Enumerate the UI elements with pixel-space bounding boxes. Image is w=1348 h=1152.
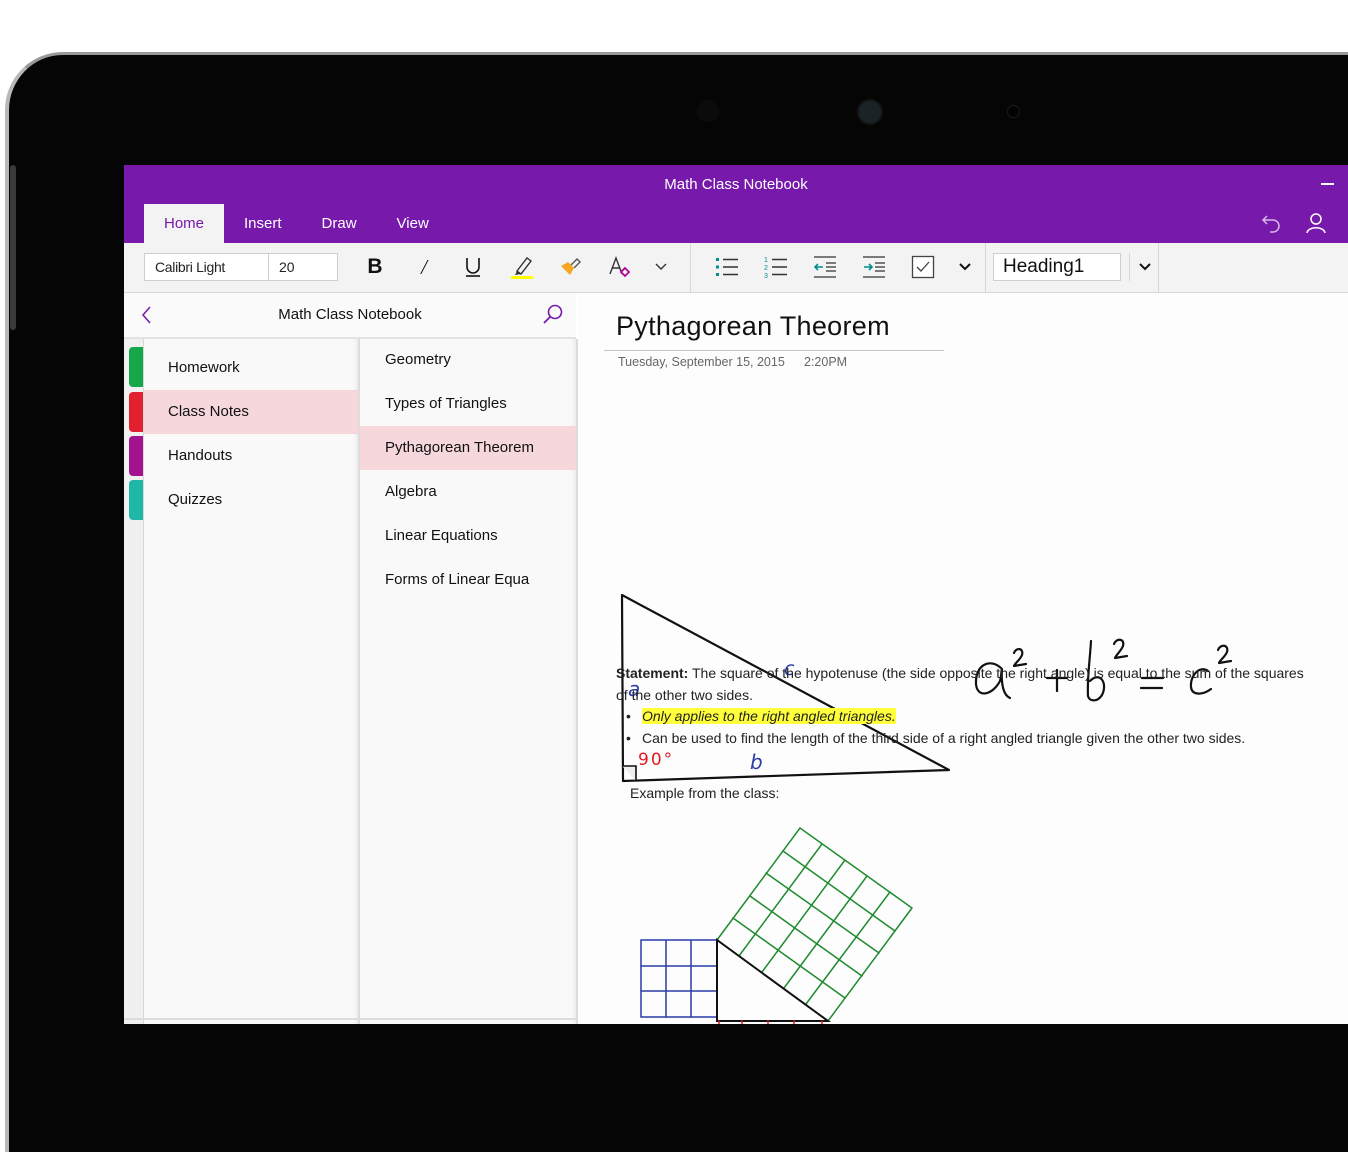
- page-pythagorean-theorem[interactable]: Pythagorean Theorem: [360, 426, 576, 470]
- undo-icon[interactable]: [1260, 211, 1284, 235]
- numbered-list-icon: 123: [764, 257, 787, 279]
- paragraph-style-field[interactable]: Heading1: [993, 253, 1121, 281]
- section-tab-class-notes[interactable]: [129, 392, 143, 432]
- minimize-icon[interactable]: [1321, 183, 1334, 185]
- ribbon-divider: [690, 243, 691, 292]
- chevron-down-icon: [1139, 263, 1151, 271]
- decrease-indent-button[interactable]: [810, 253, 840, 281]
- page-linear-equations[interactable]: Linear Equations: [360, 514, 576, 558]
- todo-tag-button[interactable]: [908, 253, 938, 281]
- font-size-field[interactable]: 20: [269, 253, 338, 281]
- ambient-sensor: [697, 100, 719, 122]
- numbering-button[interactable]: 123: [761, 253, 791, 281]
- format-painter-icon: [561, 258, 581, 275]
- font-name-field[interactable]: Calibri Light: [144, 253, 269, 281]
- page-types-of-triangles[interactable]: Types of Triangles: [360, 382, 576, 426]
- section-quizzes[interactable]: Quizzes: [144, 478, 358, 522]
- section-handouts[interactable]: Handouts: [144, 434, 358, 478]
- person-icon[interactable]: [1304, 211, 1328, 235]
- decrease-indent-icon: [813, 256, 836, 278]
- panel-bottom-border: [124, 1018, 576, 1020]
- home-ribbon: Calibri Light 20 B / 123 Heading1: [124, 243, 1348, 293]
- onenote-app-window: Math Class Notebook Home Insert Draw Vie…: [124, 165, 1348, 1024]
- statement-text: The square of the hypotenuse (the side o…: [616, 665, 1304, 703]
- bullet-list-icon: [716, 258, 738, 276]
- bullets-button[interactable]: [712, 253, 742, 281]
- highlighted-text: Only applies to the right angled triangl…: [642, 708, 896, 724]
- more-text-options-button[interactable]: [646, 253, 676, 281]
- example-drawing: [640, 826, 914, 1024]
- svg-text:2: 2: [764, 265, 768, 272]
- checkbox-icon: [911, 255, 935, 279]
- chevron-down-icon: [959, 263, 971, 271]
- italic-button[interactable]: /: [409, 253, 439, 281]
- style-dropdown-button[interactable]: [1130, 253, 1160, 281]
- clear-formatting-button[interactable]: [605, 253, 635, 281]
- title-bar: Math Class Notebook Home Insert Draw Vie…: [124, 165, 1348, 243]
- bullet-item[interactable]: Can be used to find the length of the th…: [626, 728, 1245, 750]
- side-b-label: b: [750, 750, 763, 774]
- bullet-list: Only applies to the right angled triangl…: [626, 706, 1245, 749]
- tablet-side-button: [10, 165, 16, 330]
- notebook-title: Math Class Notebook: [278, 306, 422, 323]
- section-tab-quizzes[interactable]: [129, 480, 143, 520]
- increase-indent-button[interactable]: [859, 253, 889, 281]
- section-color-tabs: [124, 339, 144, 1024]
- bold-icon: B: [367, 255, 383, 278]
- page-forms-of-linear-equations[interactable]: Forms of Linear Equa: [360, 558, 576, 602]
- front-camera: [859, 101, 881, 123]
- tab-home[interactable]: Home: [144, 204, 225, 243]
- highlighter-icon: [511, 257, 533, 279]
- bullet-item[interactable]: Only applies to the right angled triangl…: [626, 706, 1245, 728]
- underline-icon: [466, 258, 480, 277]
- example-label[interactable]: Example from the class:: [630, 785, 779, 801]
- section-tab-homework[interactable]: [129, 347, 143, 387]
- camera-led: [1008, 106, 1019, 117]
- highlight-button[interactable]: [507, 253, 537, 281]
- chevron-down-icon: [655, 263, 667, 270]
- page-algebra[interactable]: Algebra: [360, 470, 576, 514]
- ribbon-divider: [985, 243, 986, 292]
- section-homework[interactable]: Homework: [144, 346, 358, 390]
- svg-text:3: 3: [764, 273, 768, 279]
- svg-text:1: 1: [764, 257, 768, 264]
- statement-paragraph[interactable]: Statement: The square of the hypotenuse …: [616, 663, 1306, 706]
- increase-indent-icon: [863, 256, 885, 278]
- section-tab-handouts[interactable]: [129, 436, 143, 476]
- section-list: Homework Class Notes Handouts Quizzes: [144, 339, 360, 1024]
- underline-button[interactable]: [458, 253, 488, 281]
- page-list: Geometry Types of Triangles Pythagorean …: [360, 339, 578, 1024]
- italic-icon: /: [421, 254, 427, 279]
- ribbon-tabs: Home Insert Draw View: [144, 204, 449, 243]
- page-geometry[interactable]: Geometry: [360, 338, 576, 382]
- tab-insert[interactable]: Insert: [224, 204, 302, 243]
- angle-label: 90°: [638, 750, 674, 770]
- app-title: Math Class Notebook: [664, 176, 808, 193]
- tab-draw[interactable]: Draw: [302, 204, 377, 243]
- section-class-notes[interactable]: Class Notes: [144, 390, 358, 434]
- format-painter-button[interactable]: [556, 253, 586, 281]
- ink-drawings: a c b 90°: [620, 593, 1233, 1024]
- more-paragraph-options-button[interactable]: [950, 253, 980, 281]
- statement-label: Statement:: [616, 665, 689, 681]
- bold-button[interactable]: B: [360, 253, 390, 281]
- blue-grid-square: [640, 939, 718, 1018]
- notebook-header: Math Class Notebook: [124, 293, 576, 339]
- green-grid-square: [715, 826, 914, 1023]
- ribbon-divider: [1158, 243, 1159, 292]
- page-canvas[interactable]: Pythagorean Theorem Tuesday, September 1…: [578, 293, 1348, 1024]
- tab-view[interactable]: View: [377, 204, 449, 243]
- search-icon[interactable]: [542, 303, 564, 325]
- clear-formatting-icon: [609, 256, 631, 278]
